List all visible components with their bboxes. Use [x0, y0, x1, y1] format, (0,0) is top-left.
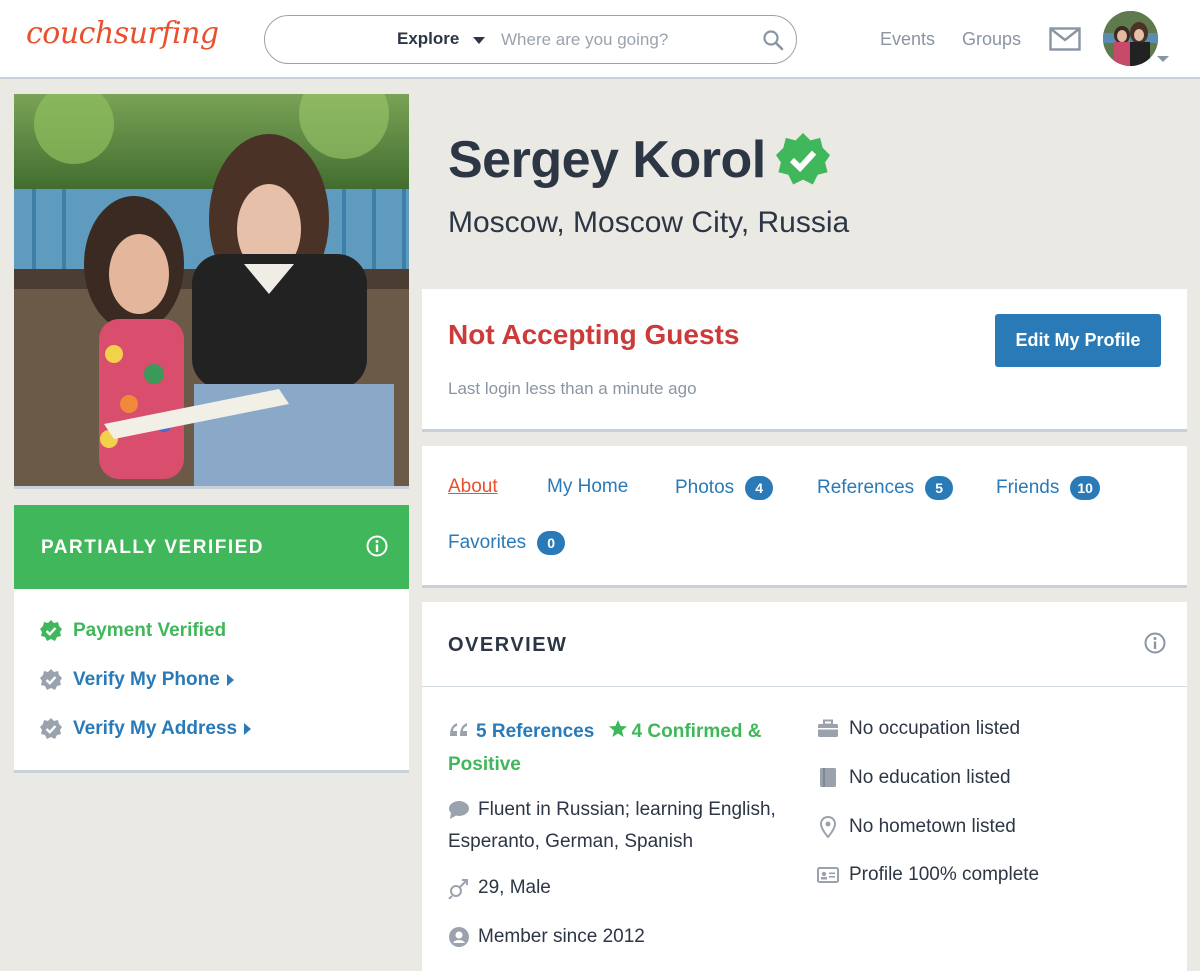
languages-fact: Fluent in Russian; learning English, Esp…	[448, 794, 788, 858]
info-icon[interactable]	[1144, 632, 1166, 654]
references-summary: 5 References 4 Confirmed & Positive	[448, 715, 783, 781]
member-since-text: Member since 2012	[478, 926, 645, 947]
nav-events-link[interactable]: Events	[880, 29, 935, 50]
hosting-status: Not Accepting Guests	[448, 319, 740, 350]
verification-title: PARTIALLY VERIFIED	[41, 537, 265, 558]
member-since-fact: Member since 2012	[448, 921, 645, 953]
check-badge-icon	[40, 620, 62, 641]
profile-completion-text: Profile 100% complete	[849, 864, 1040, 885]
caret-right-icon	[244, 723, 252, 735]
tab-photos[interactable]: Photos 4	[675, 476, 774, 500]
hometown-fact: No hometown listed	[817, 811, 1016, 843]
count-badge: 5	[925, 476, 954, 500]
references-link[interactable]: 5 References	[476, 721, 594, 742]
couchsurfing-logo[interactable]: couchsurfing	[26, 16, 219, 51]
overview-section: OVERVIEW 5 References 4 Confirmed & Posi…	[422, 602, 1187, 971]
overview-header: OVERVIEW	[422, 602, 1187, 687]
age-gender-text: 29, Male	[478, 877, 551, 898]
star-icon	[608, 720, 627, 737]
tab-label: References	[817, 477, 915, 498]
mail-icon[interactable]	[1049, 27, 1081, 51]
hometown-text: No hometown listed	[849, 816, 1016, 837]
occupation-text: No occupation listed	[849, 718, 1021, 739]
profile-photo[interactable]	[14, 94, 409, 489]
count-badge: 10	[1070, 476, 1100, 500]
age-gender-fact: 29, Male	[448, 872, 551, 904]
search-icon[interactable]	[761, 28, 785, 52]
tab-label: About	[448, 476, 498, 497]
profile-location: Moscow, Moscow City, Russia	[448, 206, 850, 239]
profile-name-row: Sergey Korol	[448, 130, 830, 190]
speech-bubble-icon	[449, 800, 469, 819]
count-badge: 4	[745, 476, 774, 500]
nav-groups-link[interactable]: Groups	[962, 29, 1021, 50]
education-fact: No education listed	[817, 762, 1011, 794]
search-input[interactable]	[501, 27, 761, 53]
explore-dropdown[interactable]: Explore	[397, 29, 459, 49]
tab-references[interactable]: References 5	[817, 476, 954, 500]
profile-tabs: About My Home Photos 4 References 5 Frie…	[422, 446, 1187, 588]
occupation-fact: No occupation listed	[817, 713, 1020, 745]
search-bar: Explore	[264, 15, 797, 64]
profile-completion-fact: Profile 100% complete	[817, 859, 1039, 891]
verification-list: Payment Verified Verify My Phone Verify …	[14, 589, 409, 773]
couchsurfing-member-icon	[449, 926, 469, 947]
payment-verified-item: Payment Verified	[40, 618, 226, 644]
verify-phone-label[interactable]: Verify My Phone	[73, 669, 220, 691]
tab-label: Favorites	[448, 532, 527, 553]
book-icon	[820, 767, 836, 787]
chevron-down-icon[interactable]	[1157, 56, 1169, 62]
last-login: Last login less than a minute ago	[448, 379, 697, 398]
briefcase-icon	[818, 719, 838, 737]
profile-photo-image	[14, 94, 409, 486]
tab-about[interactable]: About	[448, 476, 498, 498]
info-icon[interactable]	[366, 535, 388, 557]
quote-icon	[450, 723, 467, 736]
hosting-status-card: Not Accepting Guests Last login less tha…	[422, 289, 1187, 432]
tab-my-home[interactable]: My Home	[547, 476, 628, 498]
verify-phone-link[interactable]: Verify My Phone	[40, 667, 234, 693]
tab-favorites[interactable]: Favorites 0	[448, 531, 566, 555]
tab-label: Friends	[996, 477, 1060, 498]
verify-address-link[interactable]: Verify My Address	[40, 716, 252, 742]
verification-banner: PARTIALLY VERIFIED	[14, 505, 409, 589]
caret-right-icon	[226, 674, 234, 686]
edit-profile-button[interactable]: Edit My Profile	[995, 314, 1161, 367]
verify-address-label[interactable]: Verify My Address	[73, 718, 237, 740]
payment-verified-label: Payment Verified	[73, 620, 227, 641]
id-card-icon	[817, 866, 839, 883]
count-badge: 0	[537, 531, 566, 555]
languages-text: Fluent in Russian; learning English, Esp…	[448, 799, 776, 852]
verified-badge-icon	[775, 133, 830, 185]
avatar-image	[1103, 11, 1158, 66]
gender-icon	[448, 878, 468, 900]
tab-label: My Home	[547, 476, 629, 497]
tab-friends[interactable]: Friends 10	[996, 476, 1100, 500]
check-badge-icon	[40, 669, 62, 690]
check-badge-icon	[40, 718, 62, 739]
education-text: No education listed	[849, 767, 1011, 788]
profile-name: Sergey Korol	[448, 131, 766, 189]
location-pin-icon	[819, 815, 837, 839]
tab-label: Photos	[675, 477, 735, 498]
overview-title: OVERVIEW	[448, 634, 568, 656]
top-header: couchsurfing Explore Events Groups	[0, 0, 1200, 79]
chevron-down-icon[interactable]	[473, 37, 485, 44]
user-avatar[interactable]	[1103, 11, 1158, 66]
